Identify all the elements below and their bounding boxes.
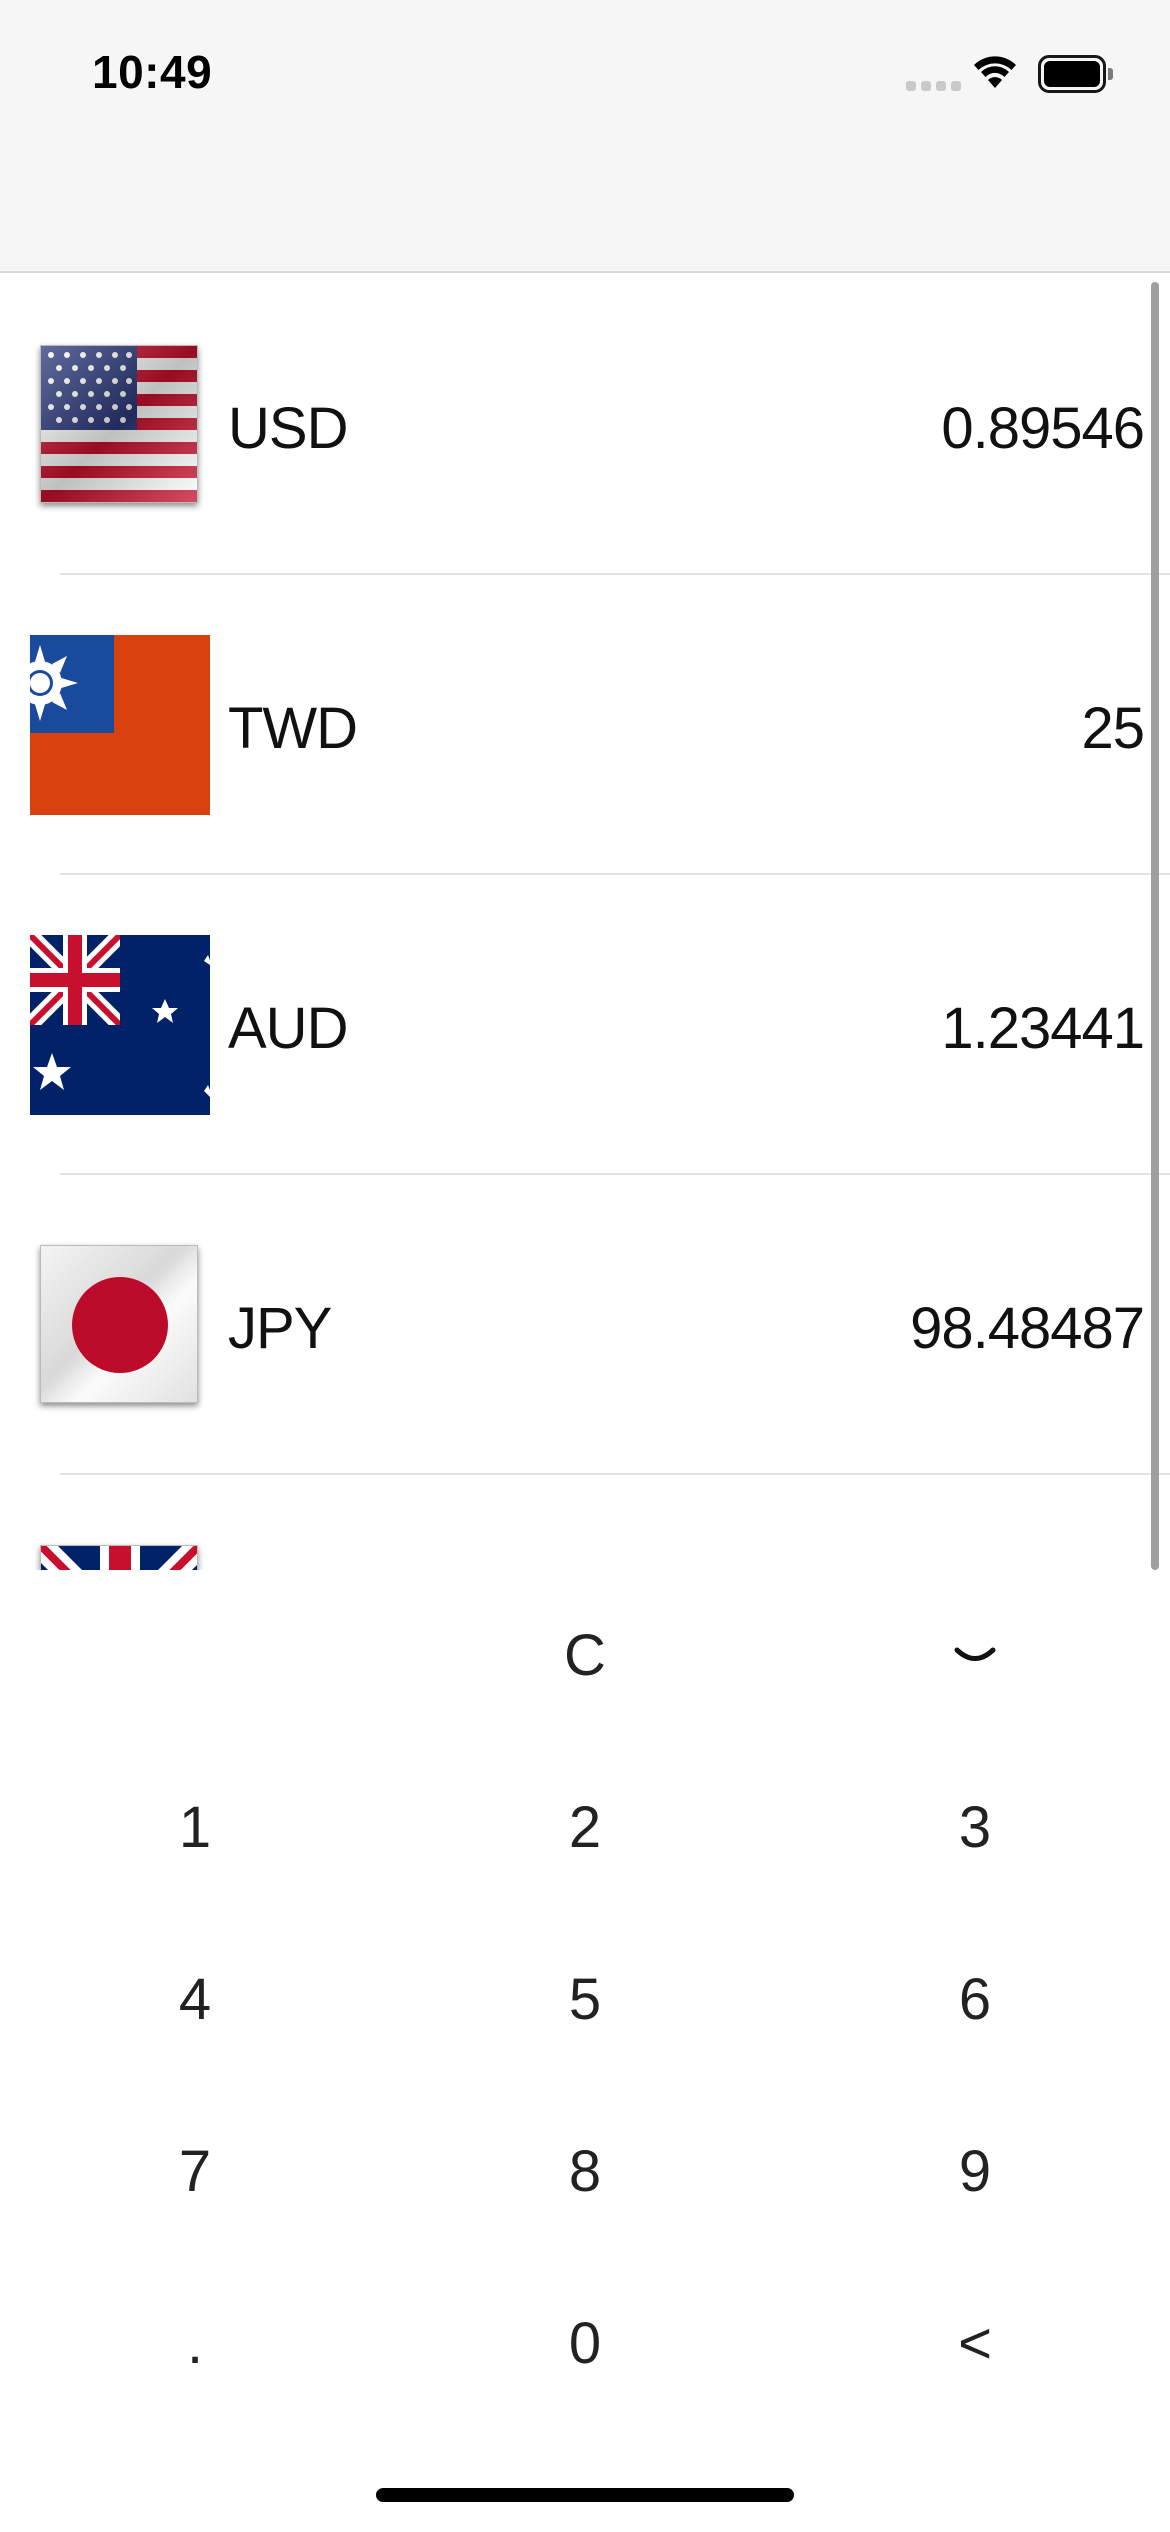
currency-row-jpy[interactable]: JPY 98.48487 <box>0 1175 1170 1475</box>
collapse-keypad-button[interactable] <box>780 1570 1170 1740</box>
key-9[interactable]: 9 <box>780 2086 1170 2256</box>
australia-flag-icon <box>30 935 210 1115</box>
currency-row-partial[interactable] <box>0 1475 1170 1570</box>
key-4[interactable]: 4 <box>0 1914 390 2084</box>
home-indicator[interactable] <box>376 2488 794 2502</box>
key-5[interactable]: 5 <box>390 1914 780 2084</box>
currency-code: JPY <box>228 1296 332 1361</box>
taiwan-flag-icon <box>30 635 210 815</box>
currency-value: 25 <box>1081 696 1145 761</box>
japan-flag-icon <box>40 1245 198 1403</box>
scroll-indicator[interactable] <box>1151 282 1159 1570</box>
navigation-header: 10:49 <box>0 0 1170 273</box>
key-3[interactable]: 3 <box>780 1742 1170 1912</box>
battery-icon <box>1038 55 1113 93</box>
numeric-keypad: C 1 2 3 4 5 6 7 8 9 . 0 < <box>0 1570 1170 2532</box>
currency-row-usd[interactable]: USD 0.89546 <box>0 275 1170 575</box>
status-time: 10:49 <box>92 46 213 98</box>
key-0[interactable]: 0 <box>390 2258 780 2428</box>
currency-code: TWD <box>228 696 358 761</box>
key-7[interactable]: 7 <box>0 2086 390 2256</box>
key-1[interactable]: 1 <box>0 1742 390 1912</box>
currency-row-twd[interactable]: TWD 25 <box>0 575 1170 875</box>
currency-list[interactable]: USD 0.89546 TWD 25 AUD 1.23441 JPY 98.48… <box>0 275 1170 1570</box>
currency-value: 0.89546 <box>941 396 1145 461</box>
uk-flag-icon <box>40 1545 198 1570</box>
currency-code: AUD <box>228 996 348 1061</box>
cellular-signal-icon <box>906 81 962 93</box>
currency-value: 98.48487 <box>910 1296 1145 1361</box>
key-6[interactable]: 6 <box>780 1914 1170 2084</box>
key-2[interactable]: 2 <box>390 1742 780 1912</box>
backspace-button[interactable]: < <box>780 2258 1170 2428</box>
usa-flag-icon <box>40 345 198 503</box>
clear-button[interactable]: C <box>390 1570 780 1740</box>
chevron-down-icon <box>954 1647 996 1661</box>
currency-code: USD <box>228 396 348 461</box>
wifi-icon <box>974 56 1016 88</box>
currency-row-aud[interactable]: AUD 1.23441 <box>0 875 1170 1175</box>
key-8[interactable]: 8 <box>390 2086 780 2256</box>
currency-value: 1.23441 <box>941 996 1145 1061</box>
key-decimal[interactable]: . <box>0 2258 390 2428</box>
